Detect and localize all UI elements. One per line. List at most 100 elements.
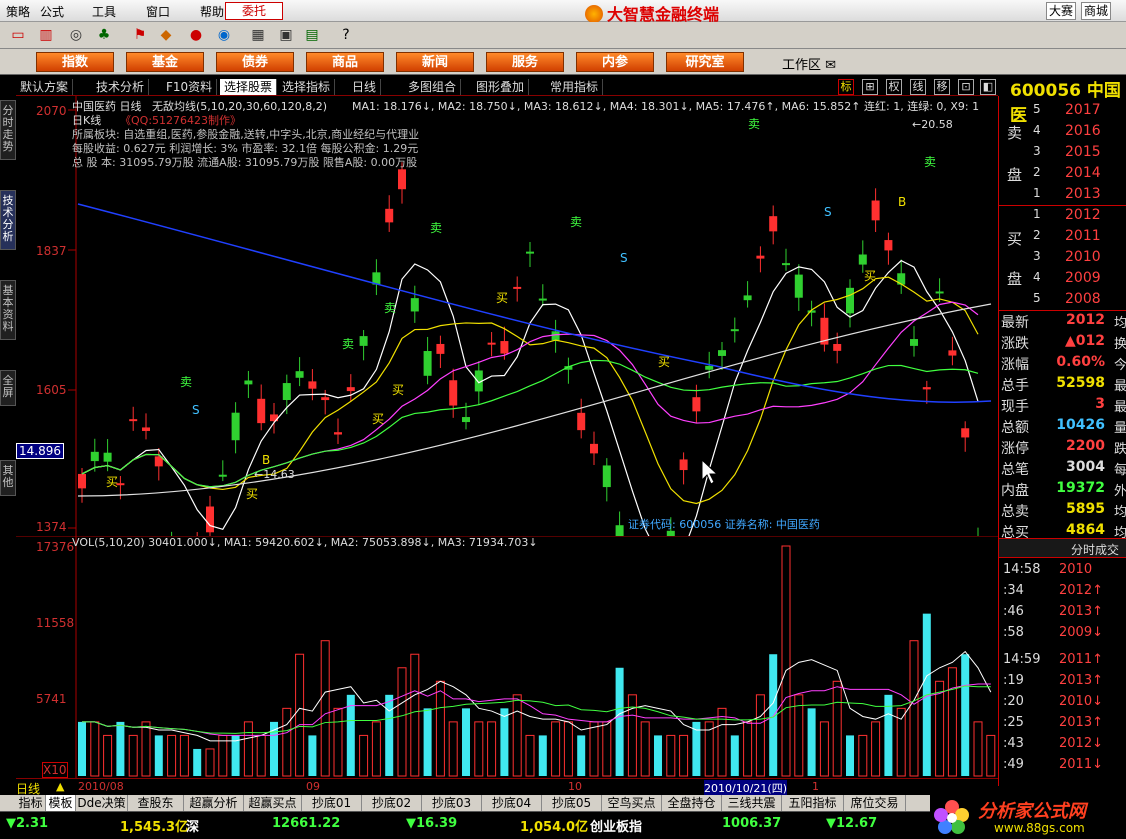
ctb-daily[interactable]: 日线: [348, 79, 382, 95]
tick-price: 2010↓: [1059, 694, 1103, 709]
ctb-line[interactable]: 线: [910, 79, 926, 95]
bottom-tab[interactable]: 抄底04: [482, 795, 542, 811]
menu-strategy[interactable]: 策略: [6, 3, 30, 20]
cursor-date: 2010/10/21(四): [704, 780, 787, 796]
menu-help[interactable]: 帮助: [200, 3, 224, 20]
volume-bar-up: [128, 734, 138, 777]
ctb-f10[interactable]: F10资料: [162, 79, 218, 95]
tab-fundamental[interactable]: 基本资料: [0, 280, 16, 340]
buy-row-4: 4 2009: [999, 270, 1126, 291]
store-button[interactable]: 商城: [1081, 2, 1112, 20]
status-bar: ▼2.31 1,545.3亿深 12661.22 ▼16.39 1,054.0亿 创业板指…: [0, 811, 930, 839]
ctb-window[interactable]: ⊡: [958, 79, 974, 95]
contest-button[interactable]: 大赛: [1046, 2, 1077, 20]
bottom-tab[interactable]: 抄底01: [302, 795, 362, 811]
tick-price: 2012↓: [1059, 736, 1103, 751]
buy-marker: 买: [658, 355, 670, 369]
nav-insider[interactable]: 内参: [576, 52, 654, 72]
quote-row-1: 涨跌 ▲012 换: [999, 333, 1126, 354]
date-label-aug: 2010/08: [78, 780, 124, 793]
alert-icon[interactable]: ♣: [94, 25, 114, 45]
quote-extra: 跌: [1113, 442, 1126, 457]
menu-tools[interactable]: 工具: [92, 3, 116, 20]
candle-body: [334, 432, 342, 435]
ctb-rights[interactable]: 权: [886, 79, 902, 95]
bottom-tab[interactable]: 抄底05: [542, 795, 602, 811]
ctb-common-indicators[interactable]: 常用指标: [546, 79, 604, 95]
sell-level: 1: [1033, 186, 1041, 200]
tab-intraday[interactable]: 分时走势: [0, 100, 16, 160]
bottom-tab[interactable]: 五阳指标: [782, 795, 844, 811]
binoculars-icon[interactable]: ◎: [66, 25, 86, 45]
nav-service[interactable]: 服务: [486, 52, 564, 72]
ctb-overlay[interactable]: 图形叠加: [472, 79, 530, 95]
nav-bond[interactable]: 债券: [216, 52, 294, 72]
nav-news[interactable]: 新闻: [396, 52, 474, 72]
bottom-tab[interactable]: 超赢买点: [244, 795, 302, 811]
ctb-move[interactable]: 移: [934, 79, 950, 95]
flag-icon[interactable]: ⚑: [130, 25, 150, 45]
volume-bar-up: [871, 721, 881, 777]
bottom-tab[interactable]: 查股东: [128, 795, 184, 811]
candle-body: [436, 343, 445, 354]
ctb-mark[interactable]: 标: [838, 79, 854, 95]
circle-icon[interactable]: ●: [186, 25, 206, 45]
books-icon[interactable]: ▤: [302, 25, 322, 45]
ctb-panel[interactable]: ◧: [980, 79, 996, 95]
kline-chart[interactable]: 买卖买卖买买卖卖买卖买卖买卖BBSSS 中国医药 日线 无敌均线(5,10,20…: [16, 96, 998, 536]
ctb-select-indicator[interactable]: 选择指标: [278, 79, 336, 95]
bottom-tab[interactable]: 抄底03: [422, 795, 482, 811]
bottom-tab[interactable]: 超赢分析: [184, 795, 244, 811]
bottom-tab[interactable]: 空鸟买点: [602, 795, 662, 811]
volume-chart[interactable]: VOL(5,10,20) 30401.000↓, MA1: 59420.602↓…: [16, 536, 998, 778]
menu-formula[interactable]: 公式: [40, 3, 64, 20]
left-tab-strip: 分时走势 技术分析 基本资料 全屏 其他: [0, 100, 16, 580]
index-icon[interactable]: ▥: [36, 25, 56, 45]
tick-row: :34 2012↑: [999, 583, 1126, 604]
ma1-line: [81, 259, 979, 536]
ctb-multi-chart[interactable]: 多图组合: [404, 79, 462, 95]
candle-body: [948, 350, 957, 356]
bottom-tab[interactable]: 席位交易: [844, 795, 906, 811]
ctb-default-scheme[interactable]: 默认方案: [16, 79, 74, 95]
volume-bar-down: [730, 735, 739, 776]
nav-commodity[interactable]: 商品: [306, 52, 384, 72]
ctb-grid[interactable]: ⊞: [862, 79, 878, 95]
quote-value: 3: [1095, 396, 1105, 412]
nav-fund[interactable]: 基金: [126, 52, 204, 72]
quote-value: 2012: [1066, 312, 1105, 328]
bottom-tab[interactable]: 模板: [46, 795, 76, 811]
workarea-menu[interactable]: 工作区 ✉: [782, 54, 836, 73]
tick-time: :58: [1003, 625, 1024, 640]
tab-fullscreen[interactable]: 全屏: [0, 370, 16, 406]
vol-y-label-top: 17376: [36, 540, 75, 554]
ctb-tech-analysis[interactable]: 技术分析: [92, 79, 150, 95]
ctb-select-stock[interactable]: 选择股票: [220, 79, 278, 95]
bottom-tab[interactable]: 指标: [16, 795, 46, 811]
nav-index[interactable]: 指数: [36, 52, 114, 72]
candle-body: [590, 443, 598, 454]
volume-bar-down: [884, 694, 893, 776]
volume-bar-up: [666, 734, 676, 777]
nav-research[interactable]: 研究室: [666, 52, 744, 72]
tab-other[interactable]: 其他: [0, 460, 16, 496]
ma2-line: [81, 276, 979, 505]
grid-icon[interactable]: ▦: [248, 25, 268, 45]
window-icon[interactable]: ▣: [276, 25, 296, 45]
volume-bar-up: [551, 721, 561, 777]
keyboard-icon[interactable]: ▭: [8, 25, 28, 45]
candle-body: [90, 451, 99, 462]
bottom-tab[interactable]: 全盘持仓: [662, 795, 722, 811]
tab-technical[interactable]: 技术分析: [0, 190, 16, 250]
cursor-price: 14.896: [16, 443, 64, 459]
globe-icon[interactable]: ◉: [214, 25, 234, 45]
diamond-icon[interactable]: ◆: [156, 25, 176, 45]
bottom-tab[interactable]: 三线共震: [722, 795, 782, 811]
bottom-tab[interactable]: 抄底02: [362, 795, 422, 811]
candle-body: [78, 473, 86, 489]
candle-body: [257, 398, 266, 424]
help-cursor-icon[interactable]: ?: [336, 25, 356, 45]
trade-button[interactable]: 委托: [225, 2, 283, 20]
bottom-tab[interactable]: Dde决策: [76, 795, 128, 811]
menu-window[interactable]: 窗口: [146, 3, 170, 20]
